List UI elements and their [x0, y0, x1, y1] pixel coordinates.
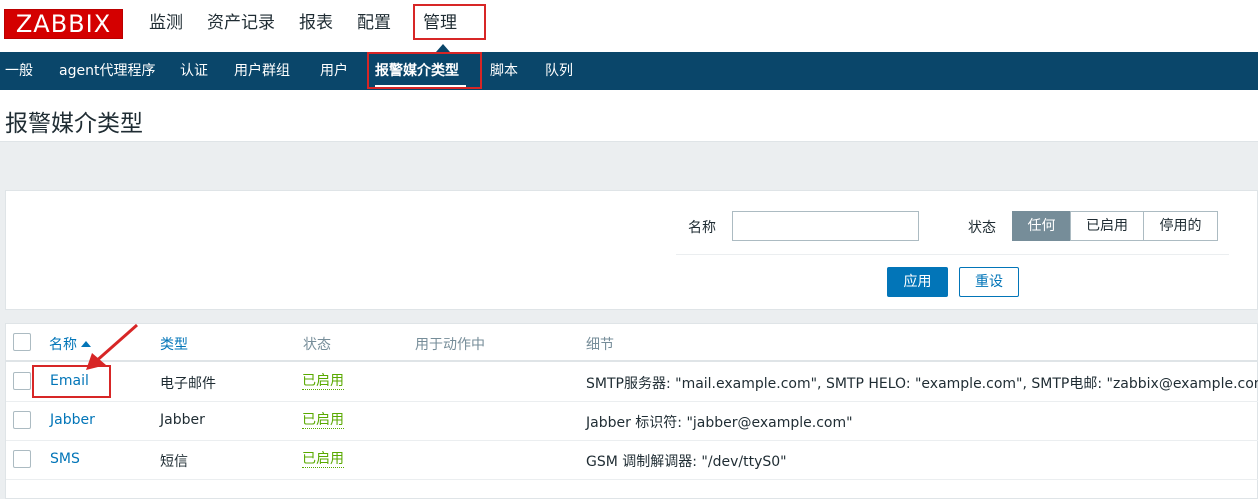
media-type-kind: 电子邮件: [160, 376, 216, 392]
media-type-kind: Jabber: [160, 412, 205, 428]
row-checkbox[interactable]: [13, 450, 31, 468]
reset-button[interactable]: 重设: [959, 267, 1019, 297]
status-enabled-button[interactable]: 已启用: [1070, 211, 1144, 241]
page-header: 报警媒介类型: [0, 90, 1258, 142]
status-any-button[interactable]: 任何: [1012, 211, 1071, 241]
zabbix-logo[interactable]: ZABBIX: [4, 9, 123, 39]
table-header: 名称 类型 状态 用于动作中 细节: [6, 324, 1258, 362]
subnav-item-users[interactable]: 用户: [320, 52, 348, 90]
column-header-status: 状态: [303, 337, 331, 353]
menu-item-reports[interactable]: 报表: [287, 0, 345, 52]
table-row: SMS 短信 已启用 GSM 调制解调器: "/dev/ttyS0": [6, 441, 1258, 480]
filter-status-label: 状态: [968, 220, 996, 236]
menu-item-inventory[interactable]: 资产记录: [195, 0, 287, 52]
subnav-item-queue[interactable]: 队列: [545, 52, 573, 90]
media-type-kind: 短信: [160, 454, 188, 470]
page-title: 报警媒介类型: [5, 111, 143, 137]
menu-item-monitoring[interactable]: 监测: [137, 0, 195, 52]
subnav-item-scripts[interactable]: 脚本: [490, 52, 518, 90]
subnav-item-user-groups[interactable]: 用户群组: [234, 52, 290, 90]
filter-divider: [676, 254, 1229, 255]
media-types-table: 名称 类型 状态 用于动作中 细节 Email 电子邮件 已启用 SMTP服务器…: [5, 323, 1258, 499]
annotation-arrow-icon: [86, 323, 138, 370]
column-header-name-label: 名称: [49, 337, 77, 353]
active-menu-pointer-icon: [436, 44, 450, 52]
menu-item-configuration[interactable]: 配置: [345, 0, 403, 52]
subnav-item-authentication[interactable]: 认证: [180, 52, 208, 90]
sub-navigation: 一般 agent代理程序 认证 用户群组 用户 报警媒介类型 脚本 队列: [0, 52, 1258, 90]
subnav-item-general[interactable]: 一般: [5, 52, 33, 90]
main-menu: 监测 资产记录 报表 配置 管理: [137, 0, 486, 52]
table-row: Jabber Jabber 已启用 Jabber 标识符: "jabber@ex…: [6, 402, 1258, 441]
column-header-used-in-actions: 用于动作中: [415, 337, 485, 353]
apply-button[interactable]: 应用: [887, 267, 948, 297]
details-cell: GSM 调制解调器: "/dev/ttyS0": [586, 454, 787, 470]
filter-name-label: 名称: [688, 220, 716, 236]
subnav-item-proxies[interactable]: agent代理程序: [59, 52, 155, 90]
status-toggle-link[interactable]: 已启用: [302, 373, 344, 390]
column-header-type[interactable]: 类型: [160, 334, 188, 354]
details-cell: SMTP服务器: "mail.example.com", SMTP HELO: …: [586, 376, 1258, 392]
status-toggle-link[interactable]: 已启用: [302, 412, 344, 429]
menu-item-administration[interactable]: 管理: [413, 4, 486, 40]
row-checkbox[interactable]: [13, 411, 31, 429]
annotation-highlight-box: [367, 52, 482, 89]
column-header-details: 细节: [586, 337, 614, 353]
filter-name-input[interactable]: [732, 211, 919, 241]
status-toggle-link[interactable]: 已启用: [302, 451, 344, 468]
media-type-name-link[interactable]: Jabber: [50, 412, 95, 428]
filter-panel: 名称 状态 任何 已启用 停用的 应用 重设: [5, 190, 1258, 310]
row-checkbox[interactable]: [13, 372, 31, 390]
details-cell: Jabber 标识符: "jabber@example.com": [586, 415, 853, 431]
select-all-checkbox[interactable]: [13, 333, 31, 351]
top-bar: ZABBIX 监测 资产记录 报表 配置 管理: [0, 0, 1258, 52]
table-row: Email 电子邮件 已启用 SMTP服务器: "mail.example.co…: [6, 363, 1258, 402]
status-disabled-button[interactable]: 停用的: [1143, 211, 1218, 241]
media-type-name-link[interactable]: SMS: [50, 451, 80, 467]
